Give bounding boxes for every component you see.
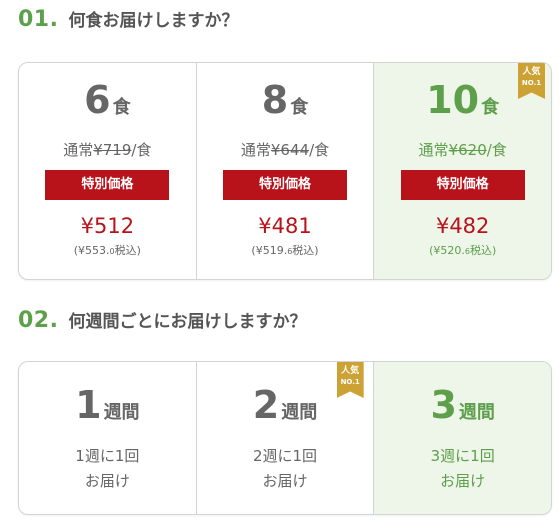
tax-included-price: (¥553.0税込): [73, 244, 141, 257]
interval-option-3-weeks[interactable]: 3 週間 3週に1回 お届け: [373, 362, 551, 514]
option-count: 2: [252, 383, 280, 427]
interval-description: 1週に1回 お届け: [75, 447, 140, 490]
normal-price: 通常¥620/食: [418, 141, 507, 159]
option-unit: 食: [290, 97, 309, 118]
option-unit: 食: [481, 97, 500, 118]
special-price-label: 特別価格: [400, 170, 525, 200]
option-count: 6: [84, 78, 111, 122]
sale-price: ¥482: [435, 214, 490, 238]
section-title: 何週間ごとにお届けしますか？: [68, 312, 307, 332]
option-unit: 週間: [103, 402, 140, 423]
section-title: 何食お届けしますか？: [68, 11, 239, 31]
option-unit: 週間: [281, 402, 318, 423]
strikethrough-price: ¥719: [93, 141, 132, 159]
meal-option-6[interactable]: 6 食 通常¥719/食 特別価格 ¥512 (¥553.0税込): [19, 63, 196, 279]
option-unit: 食: [112, 97, 131, 118]
section-1-heading: 01. 何食お届けしますか？: [18, 6, 238, 40]
option-count: 1: [75, 383, 102, 427]
interval-description: 2週に1回 お届け: [252, 447, 318, 490]
option-unit: 週間: [458, 402, 495, 423]
step-number: 02.: [18, 308, 59, 333]
step-number: 01.: [18, 7, 59, 32]
interval-description: 3週に1回 お届け: [430, 447, 495, 490]
option-count: 3: [430, 383, 457, 427]
meal-option-8[interactable]: 8 食 通常¥644/食 特別価格 ¥481 (¥519.6税込): [195, 63, 374, 279]
sale-price: ¥512: [80, 214, 135, 238]
tax-included-price: (¥520.6税込): [429, 244, 497, 257]
normal-price: 通常¥719/食: [63, 141, 152, 159]
normal-price: 通常¥644/食: [240, 141, 330, 159]
special-price-label: 特別価格: [223, 170, 347, 200]
interval-option-1-week[interactable]: 1 週間 1週に1回 お届け: [19, 362, 196, 514]
interval-option-2-weeks[interactable]: 人気 NO.1 2 週間 2週に1回 お届け: [195, 362, 374, 514]
delivery-interval-options: 1 週間 1週に1回 お届け 人気 NO.1 2 週間 2週に1回 お届け 3 …: [18, 361, 552, 515]
meal-option-10[interactable]: 人気 NO.1 10 食 通常¥620/食 特別価格 ¥482 (¥520.6税…: [373, 63, 551, 279]
option-count: 8: [261, 78, 289, 122]
meal-count-options: 6 食 通常¥719/食 特別価格 ¥512 (¥553.0税込) 8 食 通常…: [18, 62, 552, 280]
special-price-label: 特別価格: [45, 170, 170, 200]
option-count: 10: [426, 78, 480, 122]
sale-price: ¥481: [258, 214, 312, 238]
section-2-heading: 02. 何週間ごとにお届けしますか？: [18, 307, 306, 341]
strikethrough-price: ¥644: [270, 141, 310, 159]
tax-included-price: (¥519.6税込): [251, 244, 319, 257]
strikethrough-price: ¥620: [448, 141, 487, 159]
